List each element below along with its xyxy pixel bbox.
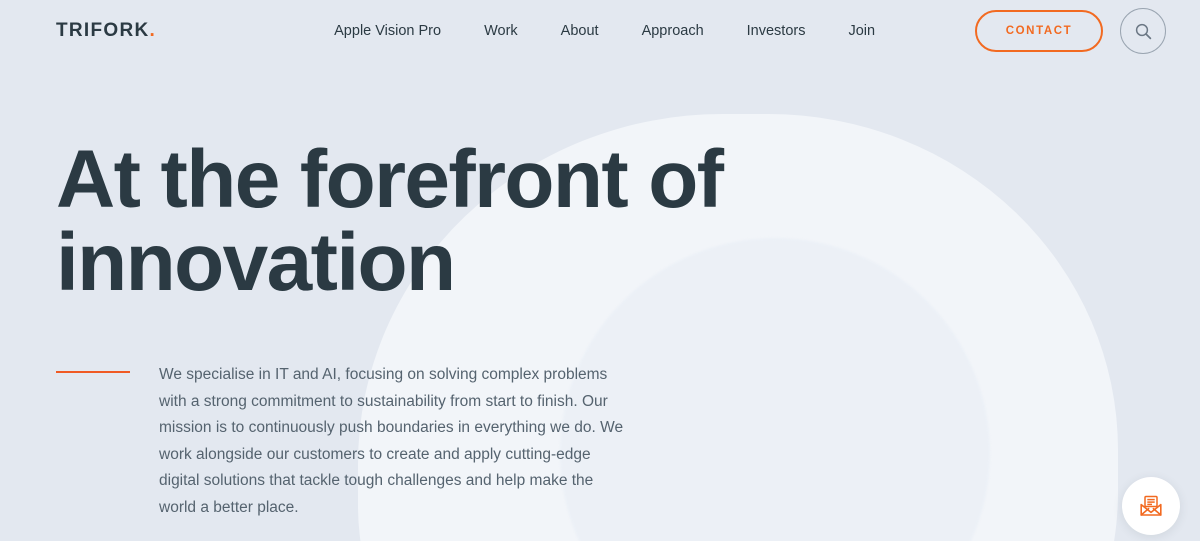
nav-item-join[interactable]: Join xyxy=(848,23,875,39)
logo[interactable]: TRIFORK. xyxy=(56,20,156,42)
hero-section: At the forefront of innovation We specia… xyxy=(0,62,1200,522)
nav-item-approach[interactable]: Approach xyxy=(642,23,704,39)
page-title: At the forefront of innovation xyxy=(56,138,756,304)
accent-rule xyxy=(56,371,130,373)
main-navigation: Apple Vision Pro Work About Approach Inv… xyxy=(334,23,875,39)
site-header: TRIFORK. Apple Vision Pro Work About App… xyxy=(0,0,1200,62)
contact-button[interactable]: CONTACT xyxy=(975,10,1103,52)
nav-item-apple-vision-pro[interactable]: Apple Vision Pro xyxy=(334,23,441,39)
logo-text: TRIFORK xyxy=(56,20,150,41)
page-title-line-2: innovation xyxy=(56,217,456,308)
nav-item-about[interactable]: About xyxy=(561,23,599,39)
nav-item-investors[interactable]: Investors xyxy=(747,23,806,39)
page-title-line-1: At the forefront of xyxy=(56,134,724,225)
search-button[interactable] xyxy=(1120,8,1166,54)
hero-paragraph: We specialise in IT and AI, focusing on … xyxy=(159,366,624,516)
nav-item-work[interactable]: Work xyxy=(484,23,518,39)
news-button[interactable] xyxy=(1122,477,1180,535)
logo-dot: . xyxy=(149,20,157,41)
news-envelope-icon xyxy=(1140,495,1162,516)
search-icon xyxy=(1135,23,1151,39)
hero-body: We specialise in IT and AI, focusing on … xyxy=(56,362,1200,522)
header-actions: CONTACT xyxy=(975,8,1166,54)
